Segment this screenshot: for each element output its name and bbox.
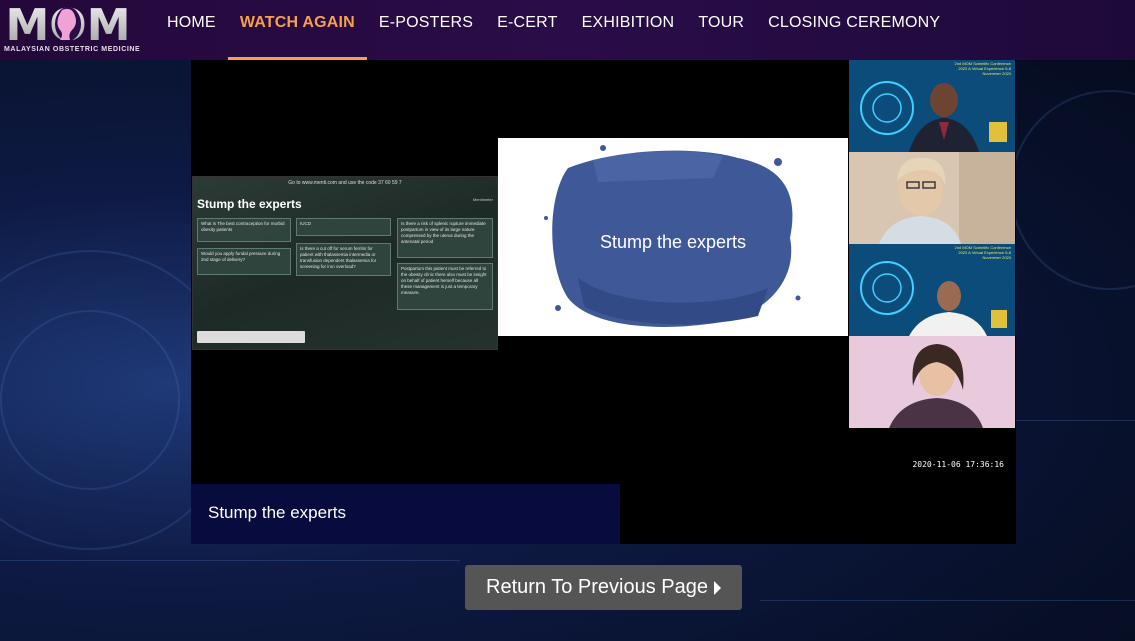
mom-logo-mark: MOM [6, 2, 131, 44]
nav-exhibition[interactable]: EXHIBITION [570, 0, 687, 60]
nav-closing-ceremony[interactable]: CLOSING CEREMONY [756, 0, 952, 60]
participant-tile [849, 152, 1015, 244]
question-card: Postpartum this patient must be referred… [397, 263, 493, 310]
mentimeter-brand: Mentimeter [472, 197, 493, 202]
participant-tile [849, 336, 1015, 428]
shared-screen-thumbnail: Go to www.menti.com and use the code 37 … [192, 176, 498, 350]
nav-tour[interactable]: TOUR [686, 0, 756, 60]
slide-title: Stump the experts [599, 232, 747, 252]
nav-e-posters[interactable]: E-POSTERS [367, 0, 485, 60]
mom-logo[interactable]: MOM MALAYSIAN OBSTETRIC MEDICINE [2, 2, 141, 58]
return-to-previous-page-button[interactable]: Return To Previous Page [465, 565, 742, 610]
main-nav: HOME WATCH AGAIN E-POSTERS E-CERT EXHIBI… [155, 0, 952, 60]
recording-timestamp: 2020-11-06 17:36:16 [912, 460, 1004, 469]
participant-strip: 2nd MOM Scientific Conference 2020 A Vir… [849, 60, 1015, 430]
participant-caption: 2nd MOM Scientific Conference 2020 A Vir… [954, 245, 1011, 260]
video-caption: Stump the experts [208, 503, 346, 522]
participant-video [849, 336, 1015, 428]
question-card: Is there a cut off for serum ferritin fo… [296, 243, 391, 276]
video-player[interactable]: Go to www.menti.com and use the code 37 … [191, 60, 1016, 544]
video-caption-bar: Stump the experts [191, 484, 620, 544]
presentation-slide: Stump the experts [498, 138, 848, 336]
participant-caption: 2nd MOM Scientific Conference 2020 A Vir… [954, 61, 1011, 76]
caret-right-icon [713, 580, 721, 595]
nav-home[interactable]: HOME [155, 0, 228, 60]
shared-screen-title: Stump the experts [197, 197, 302, 211]
participant-tile: 2nd MOM Scientific Conference 2020 A Vir… [849, 60, 1015, 152]
top-navbar: MOM MALAYSIAN OBSTETRIC MEDICINE HOME WA… [0, 0, 1135, 60]
brand-tagline: MALAYSIAN OBSTETRIC MEDICINE [4, 46, 141, 53]
participant-video [849, 152, 1015, 244]
participant-tile: 2nd MOM Scientific Conference 2020 A Vir… [849, 244, 1015, 336]
presenter-toolbar [197, 331, 305, 343]
nav-e-cert[interactable]: E-CERT [485, 0, 569, 60]
question-card: Is there a risk of splenic rupture immed… [397, 218, 493, 258]
question-card: Would you apply fundal pressure during 2… [197, 248, 291, 275]
question-card: What is The best contraception for morbi… [197, 218, 291, 242]
return-button-label: Return To Previous Page [486, 576, 708, 598]
nav-watch-again[interactable]: WATCH AGAIN [227, 0, 367, 60]
menti-instruction: Go to www.menti.com and use the code 37 … [288, 180, 402, 186]
question-card: IUCD [296, 218, 391, 236]
